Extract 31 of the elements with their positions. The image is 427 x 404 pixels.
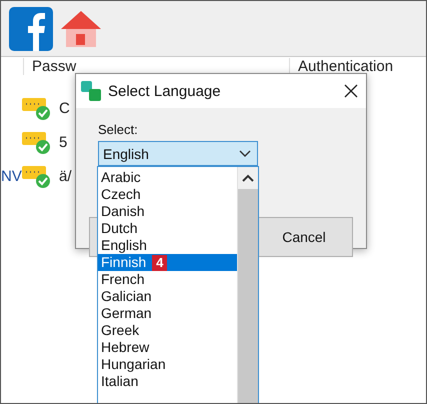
language-option[interactable]: German — [98, 305, 237, 322]
language-option[interactable]: Czech — [98, 186, 237, 203]
table-cell: ä/ — [59, 168, 72, 184]
dialog-title: Select Language — [108, 82, 222, 100]
language-option[interactable]: Greek — [98, 322, 237, 339]
language-option[interactable]: French — [98, 271, 237, 288]
close-icon[interactable] — [344, 84, 358, 98]
chevron-up-icon[interactable] — [242, 174, 254, 182]
password-key-icon — [21, 129, 51, 155]
step-number: 4 — [152, 254, 168, 270]
facebook-icon[interactable] — [9, 6, 53, 50]
table-cell: C — [59, 100, 70, 116]
language-option[interactable]: Hebrew — [98, 339, 237, 356]
language-option[interactable]: Dutch — [98, 220, 237, 237]
language-option[interactable]: Hungarian — [98, 356, 237, 373]
password-key-icon — [21, 95, 51, 121]
select-label: Select: — [98, 122, 139, 137]
language-option[interactable]: Arabic — [98, 169, 237, 186]
language-option[interactable]: English — [98, 237, 237, 254]
language-icon — [80, 80, 102, 102]
chevron-down-icon — [239, 150, 251, 158]
language-option[interactable]: Galician — [98, 288, 237, 305]
house-icon[interactable] — [59, 8, 103, 48]
language-dropdown[interactable]: English — [98, 141, 258, 166]
language-option[interactable]: Danish — [98, 203, 237, 220]
row-text: NV — [1, 168, 21, 184]
language-option[interactable]: Italian — [98, 373, 237, 390]
password-key-icon — [21, 163, 51, 189]
language-option[interactable]: Finnish 4 — [98, 254, 237, 271]
table-cell: 5 — [59, 134, 68, 150]
scrollbar[interactable] — [237, 167, 258, 403]
